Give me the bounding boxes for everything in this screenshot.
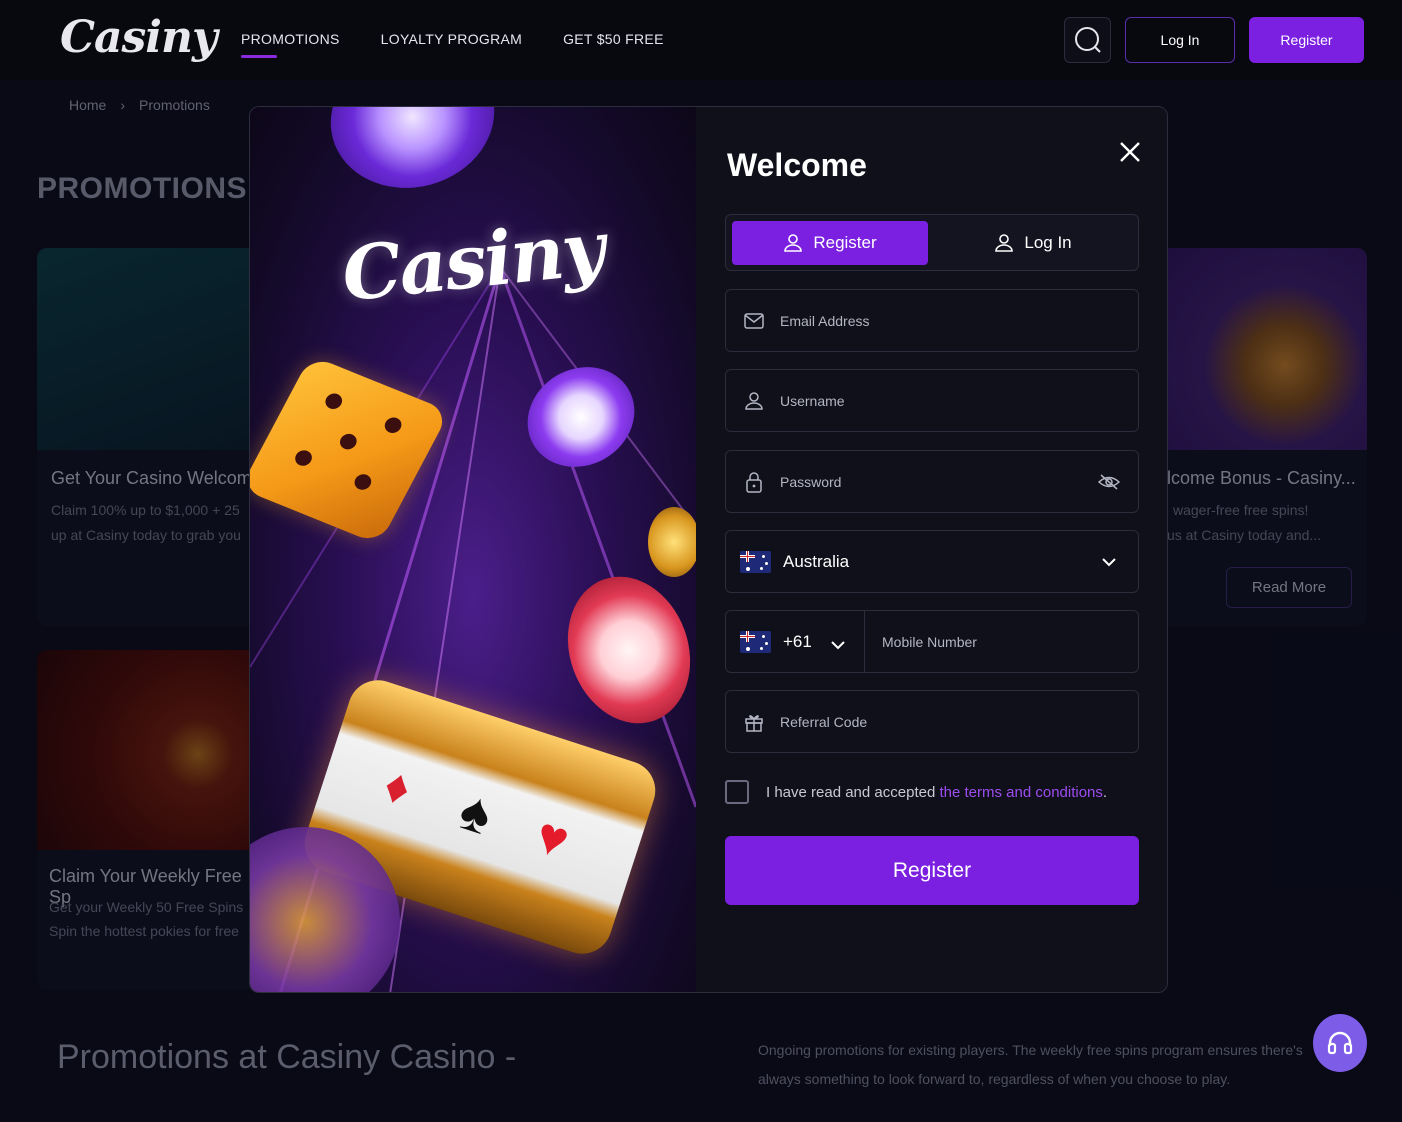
support-chat-button[interactable]	[1313, 1014, 1367, 1072]
eye-off-icon[interactable]	[1097, 471, 1121, 493]
mobile-number-placeholder[interactable]: Mobile Number	[882, 634, 977, 650]
headset-icon	[1327, 1031, 1353, 1055]
main-nav: PROMOTIONS LOYALTY PROGRAM GET $50 FREE	[241, 31, 664, 58]
password-field[interactable]: Password	[725, 450, 1139, 513]
australia-flag-icon	[740, 631, 771, 653]
country-value: Australia	[783, 551, 850, 571]
tab-register[interactable]: Register	[732, 221, 928, 265]
auth-tabs: Register Log In	[725, 214, 1139, 271]
chevron-down-icon	[831, 637, 845, 655]
phone-code-value: +61	[783, 631, 812, 651]
terms-prefix: I have read and accepted	[766, 783, 940, 801]
register-form: Welcome Register Log In Email Address Us…	[696, 107, 1167, 992]
terms-link[interactable]: the terms and conditions	[939, 784, 1102, 801]
mail-icon	[743, 310, 765, 332]
tab-register-label: Register	[813, 233, 877, 252]
username-placeholder: Username	[780, 392, 845, 409]
username-field[interactable]: Username	[725, 369, 1139, 432]
close-icon	[1120, 142, 1140, 162]
search-button[interactable]	[1064, 17, 1111, 63]
nav-loyalty-program[interactable]: LOYALTY PROGRAM	[381, 31, 522, 47]
country-select[interactable]: Australia	[725, 530, 1139, 593]
phone-field: +61 Mobile Number	[725, 610, 1139, 673]
search-icon	[1074, 27, 1101, 53]
close-button[interactable]	[1117, 139, 1143, 165]
referral-placeholder: Referral Code	[780, 713, 868, 730]
australia-flag-icon	[740, 551, 771, 573]
gold-coin	[648, 507, 696, 577]
modal-title: Welcome	[727, 147, 867, 183]
tab-login-label: Log In	[1024, 233, 1072, 252]
terms-suffix: .	[1102, 783, 1108, 801]
nav-promotions[interactable]: PROMOTIONS	[241, 31, 340, 58]
header-login-button[interactable]: Log In	[1125, 17, 1235, 63]
email-field[interactable]: Email Address	[725, 289, 1139, 352]
password-placeholder: Password	[780, 473, 842, 490]
terms-row: I have read and accepted the terms and c…	[725, 780, 1107, 804]
terms-text: I have read and accepted the terms and c…	[766, 784, 1107, 801]
user-icon	[784, 234, 803, 252]
user-icon	[995, 234, 1014, 252]
modal-artwork: Casiny ♦ ♠ ♥	[250, 107, 696, 992]
site-logo[interactable]: Casiny	[60, 12, 218, 63]
phone-code-select[interactable]: +61	[726, 611, 865, 672]
header-register-button[interactable]: Register	[1249, 17, 1364, 63]
terms-checkbox[interactable]	[725, 780, 749, 804]
tab-login[interactable]: Log In	[932, 221, 1134, 265]
top-header: Casiny PROMOTIONS LOYALTY PROGRAM GET $5…	[0, 0, 1402, 80]
email-placeholder: Email Address	[780, 312, 870, 329]
nav-get-50-free[interactable]: GET $50 FREE	[563, 31, 664, 47]
register-submit-button[interactable]: Register	[725, 836, 1139, 905]
user-icon	[743, 390, 765, 412]
lock-icon	[743, 471, 765, 493]
referral-code-field[interactable]: Referral Code	[725, 690, 1139, 753]
register-modal: Casiny ♦ ♠ ♥ Welcome Register Log In Ema…	[249, 106, 1168, 993]
gift-icon	[743, 711, 765, 733]
chevron-down-icon	[1097, 551, 1121, 573]
